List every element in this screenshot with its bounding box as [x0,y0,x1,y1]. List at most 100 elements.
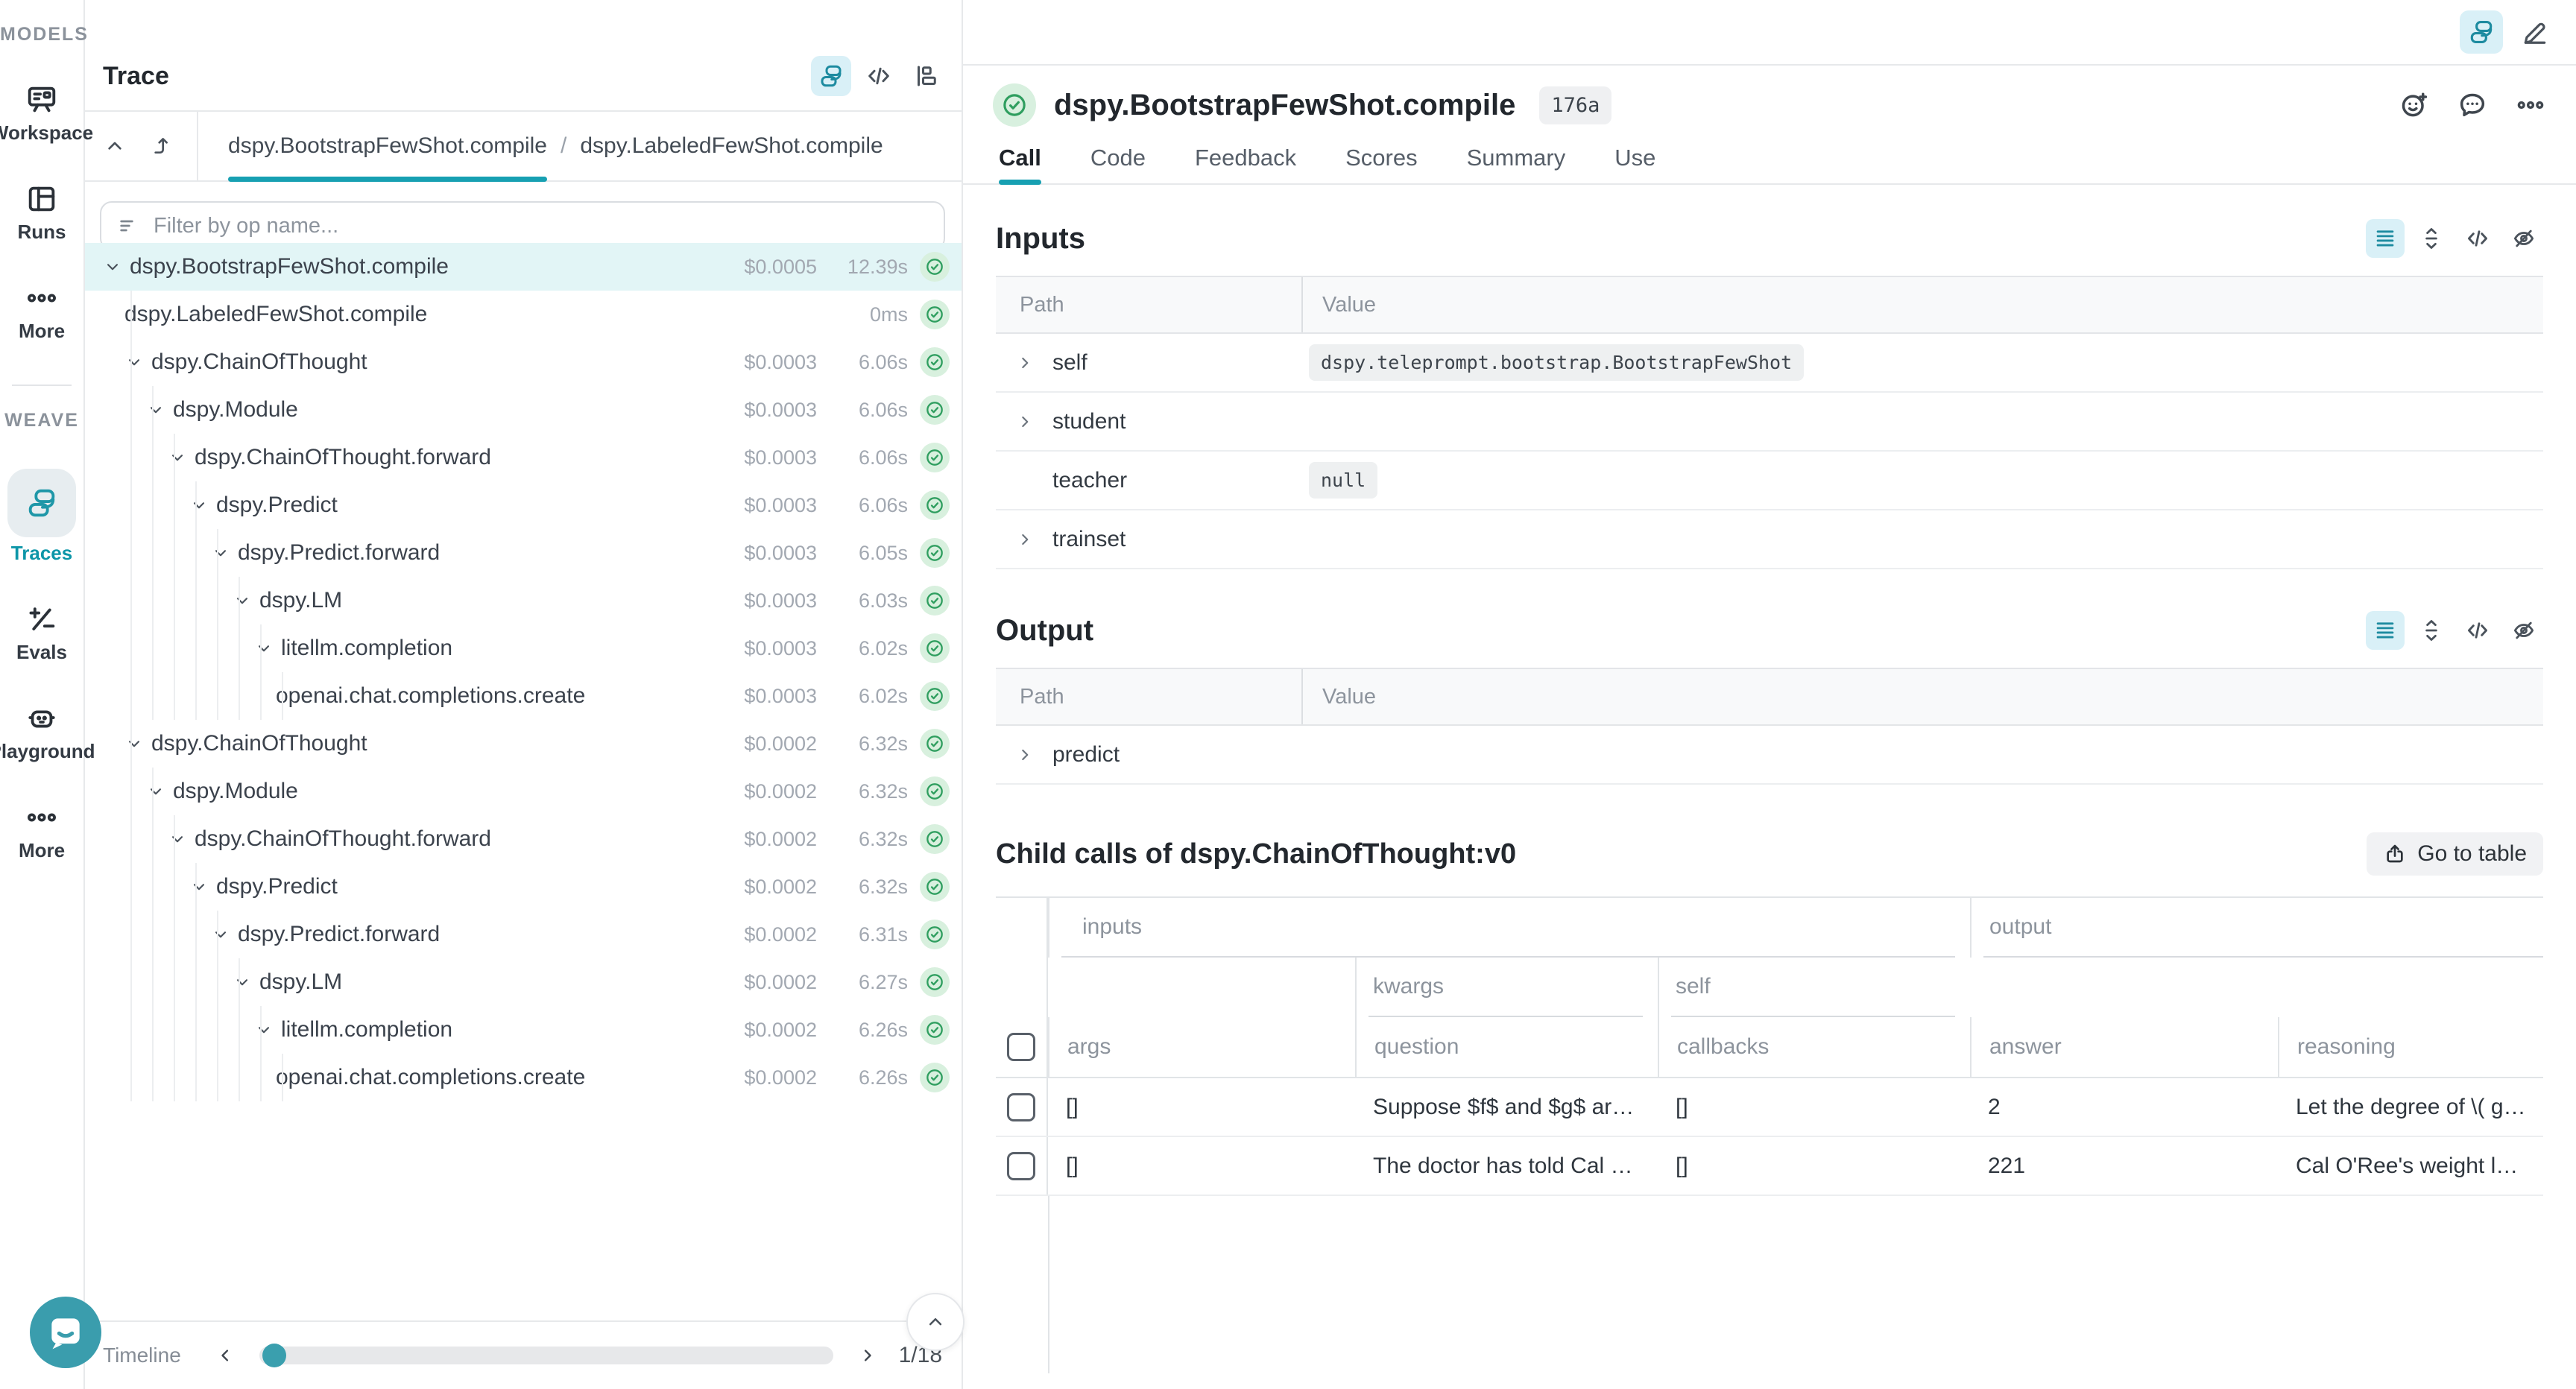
indent-guide [130,720,132,768]
indent-guide [130,481,132,529]
collapse-timeline-button[interactable] [906,1293,965,1351]
sidebar-item-more[interactable]: More [0,281,83,343]
trace-row[interactable]: dspy.LM$0.00026.27s [83,958,962,1006]
column-header-question[interactable]: question [1355,1017,1658,1077]
timeline-slider[interactable] [259,1347,833,1364]
op-filter-input[interactable] [152,213,944,239]
success-status-icon [920,395,950,425]
trace-row[interactable]: dspy.LM$0.00036.03s [83,577,962,624]
chev-right-icon[interactable] [1015,530,1035,549]
trace-row[interactable]: dspy.Predict$0.00026.32s [83,863,962,911]
go-to-table-button[interactable]: Go to table [2367,832,2543,876]
hide-empty-button[interactable] [2504,611,2543,650]
select-all-checkbox[interactable] [1007,1033,1035,1061]
row-checkbox[interactable] [1007,1152,1035,1180]
sidebar-item-workspace[interactable]: Workspace [0,83,83,145]
expand-rows-button[interactable] [2412,219,2451,258]
indent-guide [130,911,132,958]
trace-row-duration: 6.32s [827,828,908,851]
up-level-button[interactable] [142,125,183,167]
rows-view-button[interactable] [2366,219,2405,258]
sidebar-item-playground[interactable]: Playground [0,701,83,763]
sidebar-item-evals[interactable]: Evals [0,602,83,664]
timeline-next-button[interactable] [850,1338,886,1373]
column-header-reasoning[interactable]: reasoning [2278,1017,2543,1077]
chev-right-icon[interactable] [1015,745,1035,765]
sidebar-item-runs[interactable]: Runs [0,182,83,244]
tab-use[interactable]: Use [1614,145,1655,183]
trace-row[interactable]: litellm.completion$0.00036.02s [83,624,962,672]
comment-icon[interactable] [2457,89,2488,121]
column-header-answer[interactable]: answer [1970,1017,2278,1077]
subgroup-header-row: kwargs self [996,958,2543,1017]
add-reaction-icon[interactable] [2399,89,2430,121]
sidebar-item-label: Workspace [0,121,93,145]
rows-view-button[interactable] [2366,611,2405,650]
indent-guide [130,434,132,481]
expand-rows-button[interactable] [2412,611,2451,650]
sidebar-item-label: Runs [18,221,66,244]
code-icon [865,63,892,89]
trace-row[interactable]: openai.chat.completions.create$0.00026.2… [83,1054,962,1101]
sidebar-item-traces[interactable]: Traces [0,469,83,565]
tab-call[interactable]: Call [999,145,1041,183]
tab-scores[interactable]: Scores [1345,145,1417,183]
trace-row-cost: $0.0002 [724,1066,817,1089]
trace-row[interactable]: dspy.Module$0.00026.32s [83,768,962,815]
chat-widget-button[interactable] [30,1297,101,1368]
trace-row[interactable]: dspy.ChainOfThought.forward$0.00036.06s [83,434,962,481]
sidebar-item-more[interactable]: More [0,800,83,862]
trace-row[interactable]: litellm.completion$0.00026.26s [83,1006,962,1054]
trace-mode-button[interactable] [2460,10,2503,54]
flame-view-button[interactable] [906,56,947,96]
sidebar-item-label: Evals [16,641,67,664]
tab-summary[interactable]: Summary [1467,145,1566,183]
trace-row[interactable]: dspy.Predict.forward$0.00036.05s [83,529,962,577]
code-json-button[interactable] [2458,611,2497,650]
arrow-up-level-icon [151,134,174,158]
chevron-right-icon [857,1345,878,1366]
trace-row[interactable]: dspy.Module$0.00036.06s [83,386,962,434]
column-header-callbacks[interactable]: callbacks [1658,1017,1970,1077]
overflow-menu-icon[interactable] [2515,89,2546,121]
trace-row[interactable]: dspy.LabeledFewShot.compile0ms [83,291,962,338]
timeline-prev-button[interactable] [207,1338,243,1373]
row-checkbox[interactable] [1007,1093,1035,1121]
chevron-left-icon [215,1345,236,1366]
pencil-icon [2521,18,2549,46]
child-calls-heading: Child calls of dspy.ChainOfThought:v0 [996,838,1516,870]
row-select-cell [996,1137,1048,1195]
chev-right-icon[interactable] [1015,412,1035,431]
tab-feedback[interactable]: Feedback [1195,145,1296,183]
breadcrumb-item-1[interactable]: dspy.LabeledFewShot.compile [580,112,883,180]
trace-row-label: dspy.ChainOfThought [151,731,724,756]
value-column-header: Value [1303,277,2543,332]
code-json-button[interactable] [2458,219,2497,258]
trace-row[interactable]: dspy.BootstrapFewShot.compile$0.000512.3… [83,243,962,291]
success-status-icon [920,443,950,472]
call-id-badge[interactable]: 176a [1539,86,1611,124]
collapse-all-button[interactable] [94,125,136,167]
hide-empty-button[interactable] [2504,219,2543,258]
sidebar-item-label: Traces [11,542,72,565]
timeline-slider-handle[interactable] [262,1344,286,1367]
edit-button[interactable] [2513,10,2557,54]
breadcrumb-item-0[interactable]: dspy.BootstrapFewShot.compile [228,112,547,180]
trace-row[interactable]: dspy.ChainOfThought$0.00036.06s [83,338,962,386]
kv-path: self [996,350,1303,376]
trace-row[interactable]: dspy.ChainOfThought$0.00026.32s [83,720,962,768]
trace-row[interactable]: openai.chat.completions.create$0.00036.0… [83,672,962,720]
tab-code[interactable]: Code [1090,145,1146,183]
trace-row-duration: 6.03s [827,589,908,613]
trace-row[interactable]: dspy.Predict.forward$0.00026.31s [83,911,962,958]
child-call-row[interactable]: []The doctor has told Cal O'Re…[]221Cal … [996,1137,2543,1196]
indent-guide [152,624,154,672]
chev-right-icon[interactable] [1015,353,1035,373]
column-header-args[interactable]: args [1048,1017,1355,1077]
tree-view-button[interactable] [811,56,851,96]
trace-row[interactable]: dspy.Predict$0.00036.06s [83,481,962,529]
trace-row[interactable]: dspy.ChainOfThought.forward$0.00026.32s [83,815,962,863]
code-view-button[interactable] [859,56,899,96]
child-call-row[interactable]: []Suppose $f$ and $g$ are pol…[]2Let the… [996,1078,2543,1137]
value-chip: null [1309,462,1377,499]
